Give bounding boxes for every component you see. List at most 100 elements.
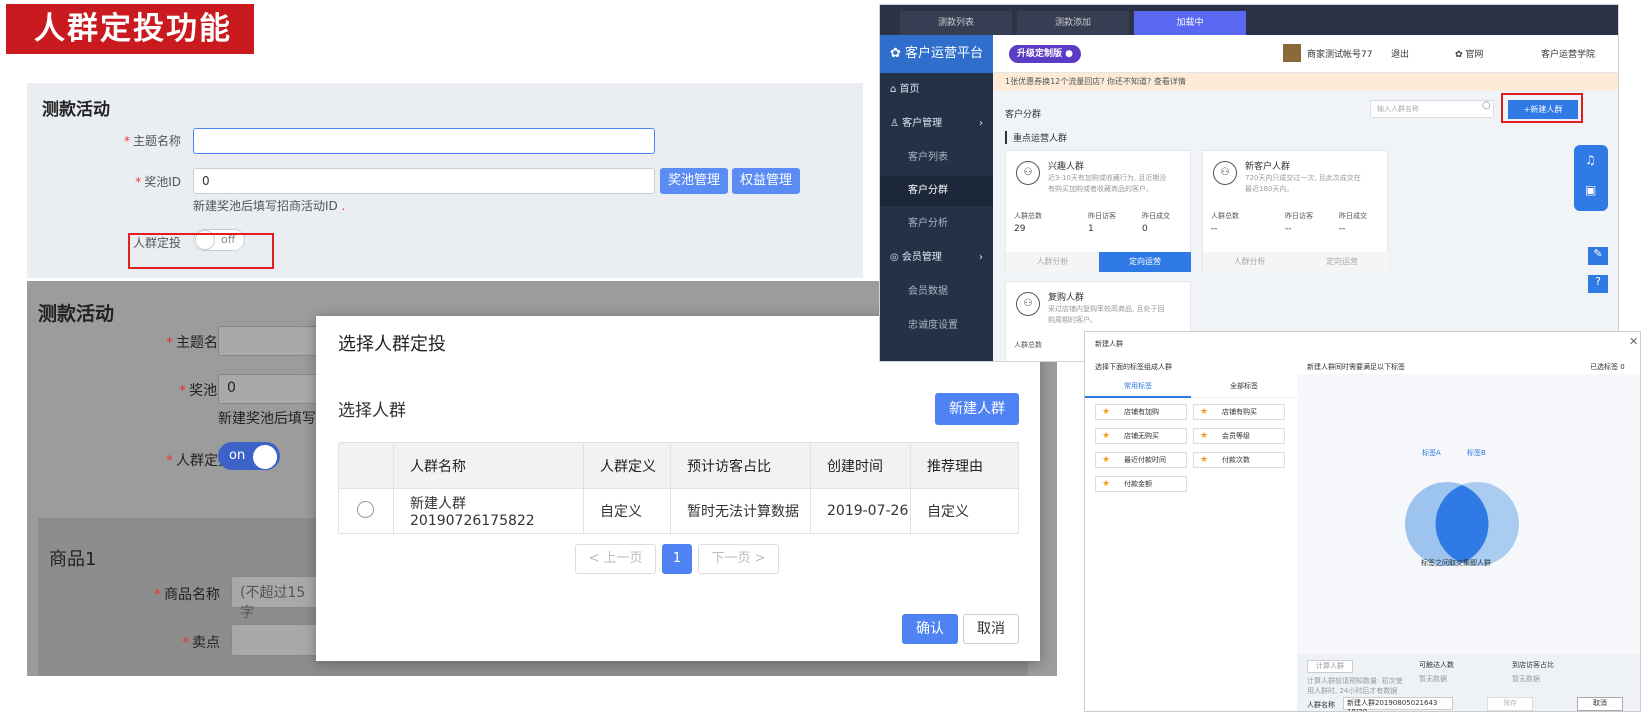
select-crowd-modal: 选择人群定投 选择人群 新建人群 人群名称 人群定义 预计访客占比 创建时间 推…	[316, 316, 1040, 661]
search-icon[interactable]: ○	[1482, 100, 1491, 111]
account-name[interactable]: 商家测试帐号77	[1307, 47, 1372, 60]
sidebar-item-loyalty[interactable]: 忠诚度设置	[880, 311, 993, 341]
card-title: 复购人群	[1048, 293, 1085, 303]
next-page-button[interactable]: 下一页 >	[698, 544, 779, 574]
topic-input[interactable]	[193, 128, 655, 154]
targeted-ops-tab[interactable]: 定向运营	[1296, 252, 1388, 272]
tag-item[interactable]: ★ 最近付款时间	[1095, 452, 1187, 468]
close-icon[interactable]: ✕	[1629, 335, 1638, 348]
card-stat-label: 人群总数	[1014, 341, 1042, 349]
calc-panel: 计算人群 计算人群前请预知数量: 初次使 用人群时, 24小时后才有数据 可触达…	[1297, 654, 1640, 711]
pool-id-input[interactable]: 0	[218, 374, 328, 404]
goods-title: 商品1	[49, 549, 97, 570]
topic-input[interactable]	[218, 326, 328, 356]
tab-test-list[interactable]: 测款列表	[900, 11, 1012, 35]
page-1-button[interactable]: 1	[662, 544, 692, 574]
sidebar-item-customer-mgmt[interactable]: ♙ 客户管理 ›	[880, 109, 993, 139]
crowd-analysis-tab[interactable]: 人群分析	[1203, 252, 1296, 272]
col-created: 创建时间	[810, 442, 911, 489]
pool-id-input[interactable]: 0	[193, 168, 655, 194]
pool-label: * 奖池ID	[135, 175, 181, 189]
tag-item[interactable]: ★ 付款次数	[1193, 452, 1285, 468]
card-stat-label: 昨日访客	[1285, 212, 1313, 220]
right-hint: 新建人群同时需要满足以下标签	[1307, 363, 1405, 371]
crowd-name-input[interactable]: 新建人群20190805021643 18/20	[1343, 697, 1453, 711]
prev-page-button[interactable]: < 上一页	[575, 544, 656, 574]
crowd-search-input[interactable]: 输入人群名称	[1370, 100, 1494, 118]
help-icon[interactable]: ?	[1588, 275, 1608, 293]
star-icon: ★	[1200, 431, 1209, 441]
new-crowd-button[interactable]: 新建人群	[935, 393, 1019, 425]
gear-icon: ✿	[1455, 50, 1463, 60]
tag-item[interactable]: ★ 店铺有购买	[1193, 404, 1285, 420]
academy-link[interactable]: 客户运营学院	[1541, 47, 1595, 60]
sidebar-item-member-mgmt[interactable]: ◎ 会员管理 ›	[880, 243, 993, 273]
venn-description: 标签之间取交集即人群	[1421, 559, 1491, 567]
selling-point-input[interactable]	[231, 624, 321, 656]
card-desc: 有购买加购或者收藏商品的客户。	[1048, 185, 1153, 193]
edit-icon[interactable]: ✎	[1588, 247, 1608, 265]
tag-item[interactable]: ★ 会员等级	[1193, 428, 1285, 444]
card-desc: 720天内只成交过一次, 且此次成交在	[1245, 174, 1361, 182]
new-crowd-dialog-screenshot: 新建人群 ✕ 选择下面的标签组成人群 新建人群同时需要满足以下标签 已选标签 0…	[1084, 331, 1641, 712]
confirm-button[interactable]: 确认	[902, 614, 958, 644]
pool-hint: 新建奖池后填写招商活动ID .	[193, 199, 346, 213]
sidebar-item-customer-list[interactable]: 客户列表	[880, 143, 993, 173]
tag-item[interactable]: ★ 付款金额	[1095, 476, 1187, 492]
logout-link[interactable]: 退出	[1391, 47, 1409, 60]
official-link[interactable]: ✿ 官网	[1455, 47, 1483, 60]
topic-label: * 主题名称	[123, 134, 181, 148]
chat-icon[interactable]: ▣	[1585, 183, 1596, 197]
tag-tabs: 常用标签 全部标签	[1085, 374, 1297, 398]
sidebar-item-member-data[interactable]: 会员数据	[880, 277, 993, 307]
visit-label: 到店访客占比	[1512, 661, 1554, 669]
venn-diagram	[1405, 482, 1519, 566]
reach-label: 可触达人数	[1419, 661, 1454, 669]
crowd-analysis-tab[interactable]: 人群分析	[1006, 252, 1099, 272]
card-stat-value: 1	[1088, 224, 1094, 234]
customer-platform-screenshot: 测款列表 测款添加 加载中 ✿ 客户运营平台 ⌂ 首页 ♙ 客户管理 › 客户列表…	[879, 4, 1619, 362]
card-stat-label: 昨日成交	[1339, 212, 1367, 220]
tab-common-tags[interactable]: 常用标签	[1085, 374, 1191, 398]
notice-bar[interactable]: 1张优惠券换12个流量回店? 你还不知道? 查看详情	[993, 73, 1618, 91]
group-icon: ⚇	[1213, 161, 1237, 185]
tab-loading[interactable]: 加载中	[1134, 11, 1246, 35]
panel-title: 测款活动	[38, 303, 115, 325]
rights-manage-button[interactable]: 权益管理	[732, 168, 800, 194]
sidebar-item-home[interactable]: ⌂ 首页	[880, 75, 993, 105]
pool-manage-button[interactable]: 奖池管理	[660, 168, 728, 194]
page-banner-title: 人群定投功能	[6, 4, 254, 54]
save-button[interactable]: 保存	[1487, 697, 1533, 711]
col-reason: 推荐理由	[910, 442, 1019, 489]
tab-all-tags[interactable]: 全部标签	[1191, 374, 1297, 398]
crowd-table: 人群名称 人群定义 预计访客占比 创建时间 推荐理由 新建人群201907261…	[338, 442, 1019, 534]
venn-label-a: 标签A	[1422, 449, 1441, 457]
table-row[interactable]: 新建人群20190726175822 自定义 暂时无法计算数据 2019-07-…	[338, 488, 1019, 534]
floating-toolbar: ♫ ▣	[1574, 145, 1608, 211]
targeted-ops-tab[interactable]: 定向运营	[1099, 252, 1191, 272]
tag-item[interactable]: ★ 店铺无购买	[1095, 428, 1187, 444]
group-icon: ⚇	[1016, 161, 1040, 185]
row-name: 新建人群20190726175822	[393, 488, 584, 534]
panel-title: 测款活动	[42, 100, 110, 120]
star-icon: ★	[1200, 407, 1209, 417]
modal-title: 选择人群定投	[338, 334, 446, 355]
cancel-button[interactable]: 取消	[963, 614, 1019, 644]
bell-icon[interactable]: ♫	[1585, 153, 1596, 167]
sidebar-item-customer-group[interactable]: 客户分群	[880, 176, 993, 206]
cancel-button[interactable]: 取消	[1577, 697, 1623, 711]
browser-tab-bar: 测款列表 测款添加 加载中	[880, 5, 1618, 35]
row-radio[interactable]	[338, 488, 394, 534]
tab-test-add[interactable]: 测款添加	[1017, 11, 1129, 35]
col-visitor-ratio: 预计访客占比	[670, 442, 811, 489]
calc-crowd-button[interactable]: 计算人群	[1307, 660, 1353, 673]
highlight-box	[1501, 93, 1583, 123]
crowd-target-toggle[interactable]: on	[218, 442, 280, 470]
upgrade-badge[interactable]: 升级定制版 ●	[1009, 45, 1081, 63]
goods-name-input[interactable]: (不超过15字	[231, 576, 321, 621]
card-stat-label: 人群总数	[1014, 212, 1042, 220]
tag-item[interactable]: ★ 店铺有加购	[1095, 404, 1187, 420]
star-icon: ★	[1102, 479, 1111, 489]
sidebar-item-customer-analysis[interactable]: 客户分析	[880, 209, 993, 239]
radio-button[interactable]	[357, 500, 374, 518]
